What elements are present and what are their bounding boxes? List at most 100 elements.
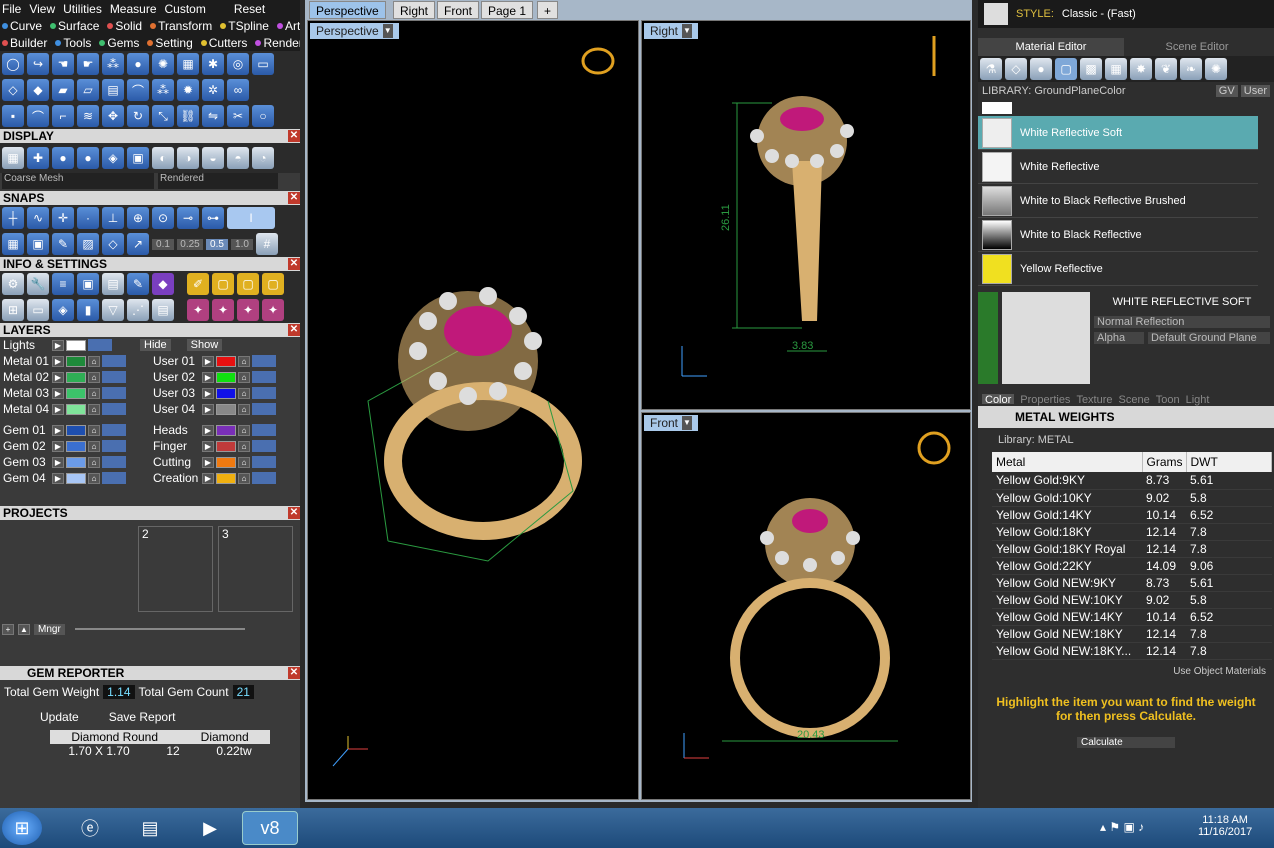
internet-explorer-icon[interactable]: ⓔ	[62, 811, 118, 845]
expand-icon[interactable]: ▶	[202, 387, 214, 399]
square-mat-icon[interactable]: ▢	[1055, 58, 1077, 80]
menu-curve[interactable]: Curve	[2, 19, 42, 33]
square-tool-icon[interactable]: ▭	[252, 53, 274, 75]
halo-tool-icon[interactable]: ✹	[177, 79, 199, 101]
layer-color-swatch[interactable]	[66, 371, 86, 383]
circle-tool-icon[interactable]: ◎	[227, 53, 249, 75]
yellow3-icon[interactable]: ▢	[262, 273, 284, 295]
close-icon[interactable]: ✕	[288, 192, 300, 204]
save-report-button[interactable]: Save Report	[109, 710, 176, 724]
pink3-icon[interactable]: ✦	[237, 299, 259, 321]
layer-color-swatch[interactable]	[216, 440, 236, 452]
layer-color-swatch[interactable]	[216, 403, 236, 415]
table-row[interactable]: Yellow Gold NEW:18KY 12.14 7.8	[992, 625, 1272, 643]
expand-icon[interactable]: ▶	[52, 472, 64, 484]
pave-tool-icon[interactable]: ⁂	[102, 53, 124, 75]
subtab-color[interactable]: Color	[982, 394, 1015, 406]
material-item[interactable]: White to Black Reflective	[978, 218, 1258, 252]
layer-row[interactable]: User 04 ▶ ⌂	[150, 401, 300, 417]
mesh-select[interactable]: Coarse Mesh	[2, 173, 154, 189]
expand-icon[interactable]: ▶	[52, 355, 64, 367]
pattern-icon[interactable]: ▦	[1105, 58, 1127, 80]
layer-row[interactable]: User 01 ▶ ⌂	[150, 353, 300, 369]
curve-tool-icon[interactable]: ↪	[27, 53, 49, 75]
update-button[interactable]: Update	[40, 710, 79, 724]
expand-icon[interactable]: ▶	[202, 424, 214, 436]
mirror-tool-icon[interactable]: ⇋	[202, 105, 224, 127]
layer-row[interactable]: Gem 04 ▶ ⌂	[0, 470, 150, 486]
menu-setting[interactable]: Setting	[147, 36, 193, 50]
layer-color-swatch[interactable]	[216, 424, 236, 436]
layer-color-swatch[interactable]	[66, 424, 86, 436]
expand-icon[interactable]: ▶	[52, 339, 64, 351]
shank-tool-icon[interactable]: ▰	[52, 79, 74, 101]
sphere5-icon[interactable]: ◔	[252, 147, 274, 169]
link-tool-icon[interactable]: ⛓	[177, 105, 199, 127]
layer-row[interactable]: Gem 01 ▶ ⌂	[0, 422, 150, 438]
snap-line-icon[interactable]: ⊶	[202, 207, 224, 229]
diamond-tool-icon[interactable]: ◆	[27, 79, 49, 101]
table-row[interactable]: Yellow Gold NEW:18KY... 12.14 7.8	[992, 642, 1272, 660]
layer-visibility-toggle[interactable]	[102, 371, 126, 383]
tray-icons[interactable]: ▴ ⚑ ▣ ♪	[1100, 820, 1144, 834]
purple-cube-icon[interactable]: ◆	[152, 273, 174, 295]
snap-curve-icon[interactable]: ∿	[27, 207, 49, 229]
lock-icon[interactable]: ⌂	[88, 456, 100, 468]
layer-visibility-toggle[interactable]	[102, 440, 126, 452]
cut-tool-icon[interactable]: ✂	[227, 105, 249, 127]
layer-color-swatch[interactable]	[66, 403, 86, 415]
monitor-icon[interactable]: ▭	[27, 299, 49, 321]
page-tool-icon[interactable]: ▤	[102, 79, 124, 101]
subtab-texture[interactable]: Texture	[1076, 394, 1112, 406]
add-project-icon[interactable]: +	[2, 623, 14, 635]
tab-add[interactable]: +	[537, 1, 559, 19]
list-icon[interactable]: ▤	[102, 273, 124, 295]
flask-icon[interactable]: ⚗	[980, 58, 1002, 80]
close-icon[interactable]: ✕	[288, 130, 300, 142]
reflection-select[interactable]: Normal Reflection	[1094, 316, 1270, 328]
expand-icon[interactable]: ▶	[202, 355, 214, 367]
layer-color-swatch[interactable]	[216, 456, 236, 468]
calculate-button[interactable]: Calculate	[1077, 736, 1175, 748]
layer-visibility-toggle[interactable]	[252, 387, 276, 399]
lock-icon[interactable]: ⌂	[238, 424, 250, 436]
menu-builder[interactable]: Builder	[2, 36, 47, 50]
close-icon[interactable]: ✕	[288, 667, 300, 679]
gem-table-row[interactable]: 1.70 X 1.70 12 0.22tw	[50, 744, 270, 758]
material-item[interactable]: White Reflective Soft	[978, 116, 1258, 150]
checker-icon[interactable]: ▩	[1080, 58, 1102, 80]
leaf-icon[interactable]: ❦	[1155, 58, 1177, 80]
layer-visibility-toggle[interactable]	[252, 424, 276, 436]
layer-visibility-toggle[interactable]	[102, 403, 126, 415]
star-tool-icon[interactable]: ✱	[202, 53, 224, 75]
gv-button[interactable]: GV	[1215, 85, 1238, 97]
layer-visibility-toggle[interactable]	[102, 472, 126, 484]
layer-row[interactable]: Gem 02 ▶ ⌂	[0, 438, 150, 454]
menu-solid[interactable]: Solid	[107, 19, 142, 33]
drop-tool-icon[interactable]: ●	[127, 53, 149, 75]
shapes-tool-icon[interactable]: ▪	[2, 105, 24, 127]
snap-point-icon[interactable]: ·	[77, 207, 99, 229]
menu-render[interactable]: Render	[255, 36, 300, 50]
expand-icon[interactable]: ▶	[202, 456, 214, 468]
menu-surface[interactable]: Surface	[50, 19, 99, 33]
snap-planar-icon[interactable]: ▦	[2, 233, 24, 255]
sphere2-icon[interactable]: ◑	[177, 147, 199, 169]
env-icon[interactable]: ◈	[102, 147, 124, 169]
user-button[interactable]: User	[1240, 85, 1270, 97]
layer-row[interactable]: Finger ▶ ⌂	[150, 438, 300, 454]
table-row[interactable]: Yellow Gold NEW:9KY 8.73 5.61	[992, 574, 1272, 592]
layer-visibility-toggle[interactable]	[102, 355, 126, 367]
up-project-icon[interactable]: ▲	[18, 623, 30, 635]
project-slot-2[interactable]: 2	[138, 526, 213, 612]
expand-icon[interactable]: ▶	[202, 440, 214, 452]
style-value[interactable]: Classic - (Fast)	[1062, 8, 1136, 20]
layer-row[interactable]: Heads ▶ ⌂	[150, 422, 300, 438]
render-sphere-icon[interactable]: ●	[77, 147, 99, 169]
lock-icon[interactable]: ⌂	[238, 355, 250, 367]
tab-page1[interactable]: Page 1	[481, 1, 534, 19]
media-player-icon[interactable]: ▶	[182, 811, 238, 845]
menu-tools[interactable]: Tools	[55, 36, 91, 50]
table-row[interactable]: Yellow Gold:18KY 12.14 7.8	[992, 523, 1272, 541]
tab-right[interactable]: Right	[393, 1, 436, 19]
